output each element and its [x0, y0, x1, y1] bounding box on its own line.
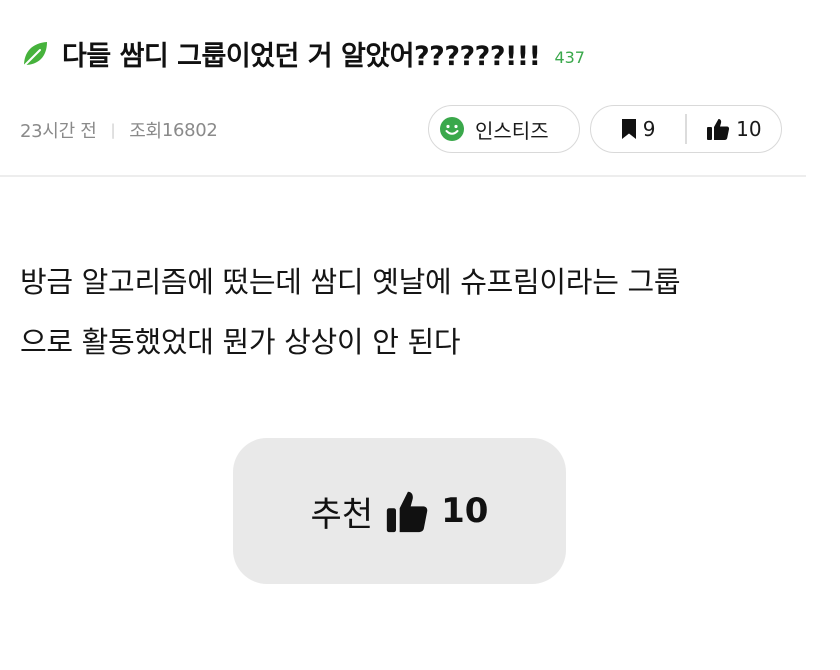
board-name: 인스티즈 [475, 118, 549, 143]
post-time: 23시간 전 [20, 121, 97, 142]
post-body: 방금 알고리즘에 떴는데 쌈디 옛날에 슈프림이라는 그룹 으로 활동했었대 뭔… [20, 252, 810, 372]
header-divider [0, 175, 806, 177]
post-meta: 23시간 전 | 조회 16802 [20, 117, 218, 143]
board-button[interactable]: 인스티즈 [428, 105, 580, 153]
like-count: 10 [736, 117, 762, 141]
bookmark-icon [621, 118, 637, 140]
leaf-icon [20, 39, 50, 69]
post-body-line: 방금 알고리즘에 떴는데 쌈디 옛날에 슈프림이라는 그룹 [20, 265, 681, 299]
view-count: 16802 [161, 119, 218, 141]
post-body-line: 으로 활동했었대 뭔가 상상이 안 된다 [20, 325, 461, 359]
comment-count[interactable]: 437 [554, 48, 585, 67]
recommend-count: 10 [441, 491, 489, 531]
post-title-row: 다들 쌈디 그룹이었던 거 알았어??????!!! 437 [20, 34, 585, 73]
meta-separator: | [110, 121, 116, 139]
scrap-button[interactable]: 9 [591, 106, 685, 152]
view-label: 조회 [129, 121, 162, 142]
recommend-label: 추천 [310, 494, 374, 535]
thumbs-up-icon [706, 117, 730, 141]
smiley-icon [439, 116, 465, 142]
recommend-button[interactable]: 추천 10 [233, 438, 566, 584]
thumbs-up-icon [385, 488, 429, 534]
scrap-count: 9 [642, 117, 656, 141]
like-button[interactable]: 10 [687, 106, 781, 152]
post-stats: 9 10 [590, 105, 782, 153]
page-title: 다들 쌈디 그룹이었던 거 알았어??????!!! [62, 41, 541, 72]
